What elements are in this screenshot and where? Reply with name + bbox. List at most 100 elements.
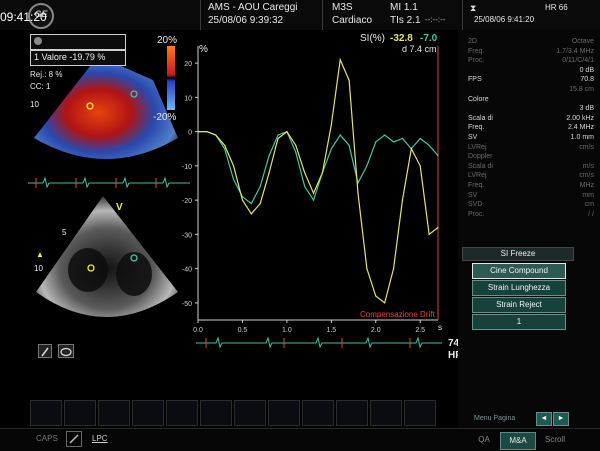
strain-point	[304, 172, 306, 174]
tab-scroll[interactable]: Scroll	[538, 432, 572, 448]
si-freeze-header: SI Freeze	[462, 247, 574, 261]
tab-mba[interactable]: M&A	[500, 432, 536, 450]
parameter-value: cm/s	[579, 172, 594, 180]
strain-point	[348, 79, 350, 81]
clip-thumbnail[interactable]	[30, 400, 62, 426]
preset-name: Cardiaco	[332, 15, 373, 26]
strain-point	[295, 151, 297, 153]
parameter-row: SV 1.0 mm	[468, 134, 594, 143]
parameter-key: Colore	[468, 95, 489, 103]
parameter-value: 2.00 kHz	[566, 114, 594, 122]
strain-plot[interactable]: 20 10 0 -10 -20 -30 -40 -50 0.0 0.5 1.0 1.5 2.0 2.5	[170, 30, 458, 340]
probe-name: M3S	[332, 2, 353, 13]
strain-point	[241, 199, 244, 201]
divider	[200, 0, 201, 30]
page-number-button[interactable]: 1	[472, 314, 566, 330]
strain-point	[330, 124, 332, 126]
strain-point	[295, 144, 297, 146]
parameter-key: SV	[468, 134, 478, 141]
y-tick-label: -30	[182, 232, 192, 239]
strain-point	[321, 172, 324, 174]
divider	[322, 0, 323, 30]
strain-point	[250, 202, 252, 205]
bmode-marker: V	[116, 202, 123, 213]
parameter-key: Scala di	[468, 162, 493, 170]
page-next-button[interactable]: ►	[553, 412, 569, 426]
strain-point	[197, 131, 199, 133]
empty-thumbnail[interactable]	[370, 400, 402, 426]
strain-point	[277, 137, 279, 140]
clip-thumbnail[interactable]	[166, 400, 198, 426]
strain-point	[268, 172, 270, 174]
empty-thumbnail[interactable]	[404, 400, 436, 426]
strain-point	[366, 268, 368, 270]
parameter-row: Doppler	[468, 153, 594, 162]
parameter-value: 2.4 MHz	[567, 124, 594, 132]
empty-thumbnail[interactable]	[336, 400, 368, 426]
empty-thumbnail[interactable]	[234, 400, 266, 426]
y-tick-label: -20	[182, 198, 192, 205]
strain-point	[224, 144, 226, 146]
strain-point	[375, 295, 377, 297]
empty-thumbnail[interactable]	[302, 400, 334, 426]
cine-compound-button[interactable]: Cine Compound	[472, 263, 566, 279]
parameter-row: 15.8 cm	[468, 86, 594, 95]
strain-point	[375, 141, 377, 143]
parameter-key: Proc.	[468, 57, 485, 65]
mi-value: MI 1.1	[390, 2, 418, 13]
cc-value: CC: 1	[30, 82, 51, 91]
strain-point	[304, 185, 306, 188]
caps-indicator: CAPS	[36, 434, 58, 443]
strain-point	[401, 199, 404, 201]
freeze-icon: ⧗	[470, 3, 477, 13]
parameter-list: 2D Octave Freq. 1.7/3.4 MHz Proc. 0/11/C/4/1 0…	[458, 38, 600, 224]
strain-reject-button[interactable]: Strain Reject	[472, 297, 566, 313]
parameter-key: FPS	[468, 76, 482, 84]
parameter-key: 2D	[468, 38, 477, 45]
strain-point	[419, 137, 421, 140]
measure-tool-icon[interactable]	[38, 344, 52, 358]
x-tick-label: 0.5	[238, 327, 248, 334]
empty-thumbnail[interactable]	[200, 400, 232, 426]
chevron-right-icon: ►	[557, 415, 565, 422]
bmode-depth-10: 10	[34, 264, 43, 273]
cine-loop-icon[interactable]	[58, 344, 74, 358]
parameter-value: / /	[588, 210, 594, 218]
tab-qa[interactable]: QA	[470, 432, 498, 448]
parameter-row: Proc. / /	[468, 211, 594, 220]
clock: 09:41:20	[0, 10, 47, 24]
strain-point	[384, 302, 386, 304]
strain-point	[437, 155, 439, 157]
clip-thumbnail[interactable]	[64, 400, 96, 426]
page-menu-label: Menu Pagina	[474, 415, 516, 422]
bmode-depth-5: 5	[62, 228, 67, 237]
clip-thumbnail[interactable]	[132, 400, 164, 426]
chevron-left-icon: ◄	[540, 415, 548, 422]
parameter-value: 1.7/3.4 MHz	[556, 47, 594, 55]
parameter-key: SVD	[468, 201, 483, 209]
parameter-row: FPS 70.8	[468, 76, 594, 85]
lpc-label: LPC	[92, 434, 108, 443]
strain-point	[286, 131, 288, 133]
parameter-row: SV mm	[468, 192, 594, 201]
current-datetime: 25/08/06 9:41:20	[474, 15, 535, 24]
bmode-image[interactable]	[28, 192, 190, 342]
strain-length-button[interactable]: Strain Lunghezza	[472, 280, 566, 296]
strain-point	[419, 165, 421, 167]
parameter-row: 3 dB	[468, 105, 594, 114]
pen-icon[interactable]	[66, 431, 82, 447]
rej-value: Rej.: 8 %	[30, 70, 63, 79]
parameter-value: mm	[582, 191, 594, 199]
clip-thumbnail[interactable]	[98, 400, 130, 426]
parameter-row: Freq. 1.7/3.4 MHz	[468, 48, 594, 57]
strain-point	[215, 134, 217, 136]
parameter-value: MHz	[579, 182, 594, 189]
y-tick-label: 20	[184, 61, 192, 68]
parameter-value: 0 dB	[579, 66, 594, 74]
page-prev-button[interactable]: ◄	[536, 412, 552, 426]
parameter-row: Freq. MHz	[468, 182, 594, 191]
parameter-key: Freq.	[468, 124, 485, 132]
patient-id: --:--:--	[425, 15, 446, 24]
parameter-key: LVRej	[468, 172, 487, 180]
empty-thumbnail[interactable]	[268, 400, 300, 426]
